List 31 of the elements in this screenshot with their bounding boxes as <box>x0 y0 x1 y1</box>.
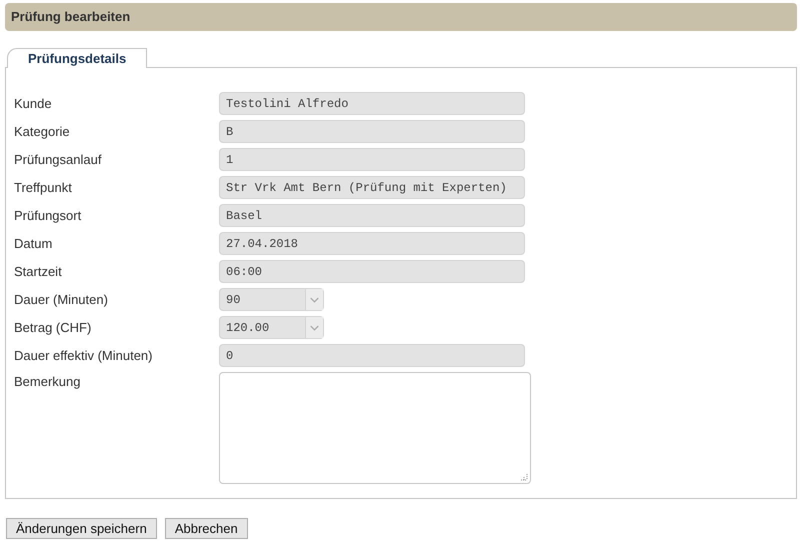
input-field[interactable]: 27.04.2018 <box>219 232 525 255</box>
field-label: Datum <box>14 234 54 253</box>
input-field[interactable]: B <box>219 120 525 143</box>
field-label: Startzeit <box>14 262 63 281</box>
save-button[interactable]: Änderungen speichern <box>6 518 157 539</box>
dropdown-value: 90 <box>225 292 242 308</box>
field-label: Dauer effektiv (Minuten) <box>14 346 154 365</box>
tab[interactable]: Prüfungsdetails <box>7 48 148 68</box>
dropdown[interactable]: 120.00 <box>219 316 324 339</box>
field-label: Prüfungsanlauf <box>14 150 102 169</box>
input-field[interactable]: 0 <box>219 344 525 367</box>
input-field[interactable]: 06:00 <box>219 260 525 283</box>
field-label: Kategorie <box>14 122 71 141</box>
field-label: Bemerkung <box>14 373 82 391</box>
cancel-button[interactable]: Abbrechen <box>164 518 248 539</box>
field-label: Treffpunkt <box>14 178 73 197</box>
chevron-down-icon <box>305 289 323 310</box>
dropdown-value: 120.00 <box>225 320 270 336</box>
input-field[interactable]: Str Vrk Amt Bern (Prüfung mit Experten) <box>219 176 525 199</box>
input-field[interactable]: Basel <box>219 204 525 227</box>
input-field[interactable]: Testolini Alfredo <box>219 92 525 115</box>
dropdown[interactable]: 90 <box>219 288 324 311</box>
chevron-down-icon <box>305 317 323 338</box>
field-label: Prüfungsort <box>14 206 82 225</box>
field-label: Dauer (Minuten) <box>14 290 109 309</box>
page-title: Prüfung bearbeiten <box>11 8 130 26</box>
field-label: Kunde <box>14 94 53 113</box>
input-field[interactable]: 1 <box>219 148 525 171</box>
resize-grip-icon <box>520 473 528 481</box>
remark-textarea[interactable] <box>219 372 531 484</box>
field-label: Betrag (CHF) <box>14 318 92 337</box>
